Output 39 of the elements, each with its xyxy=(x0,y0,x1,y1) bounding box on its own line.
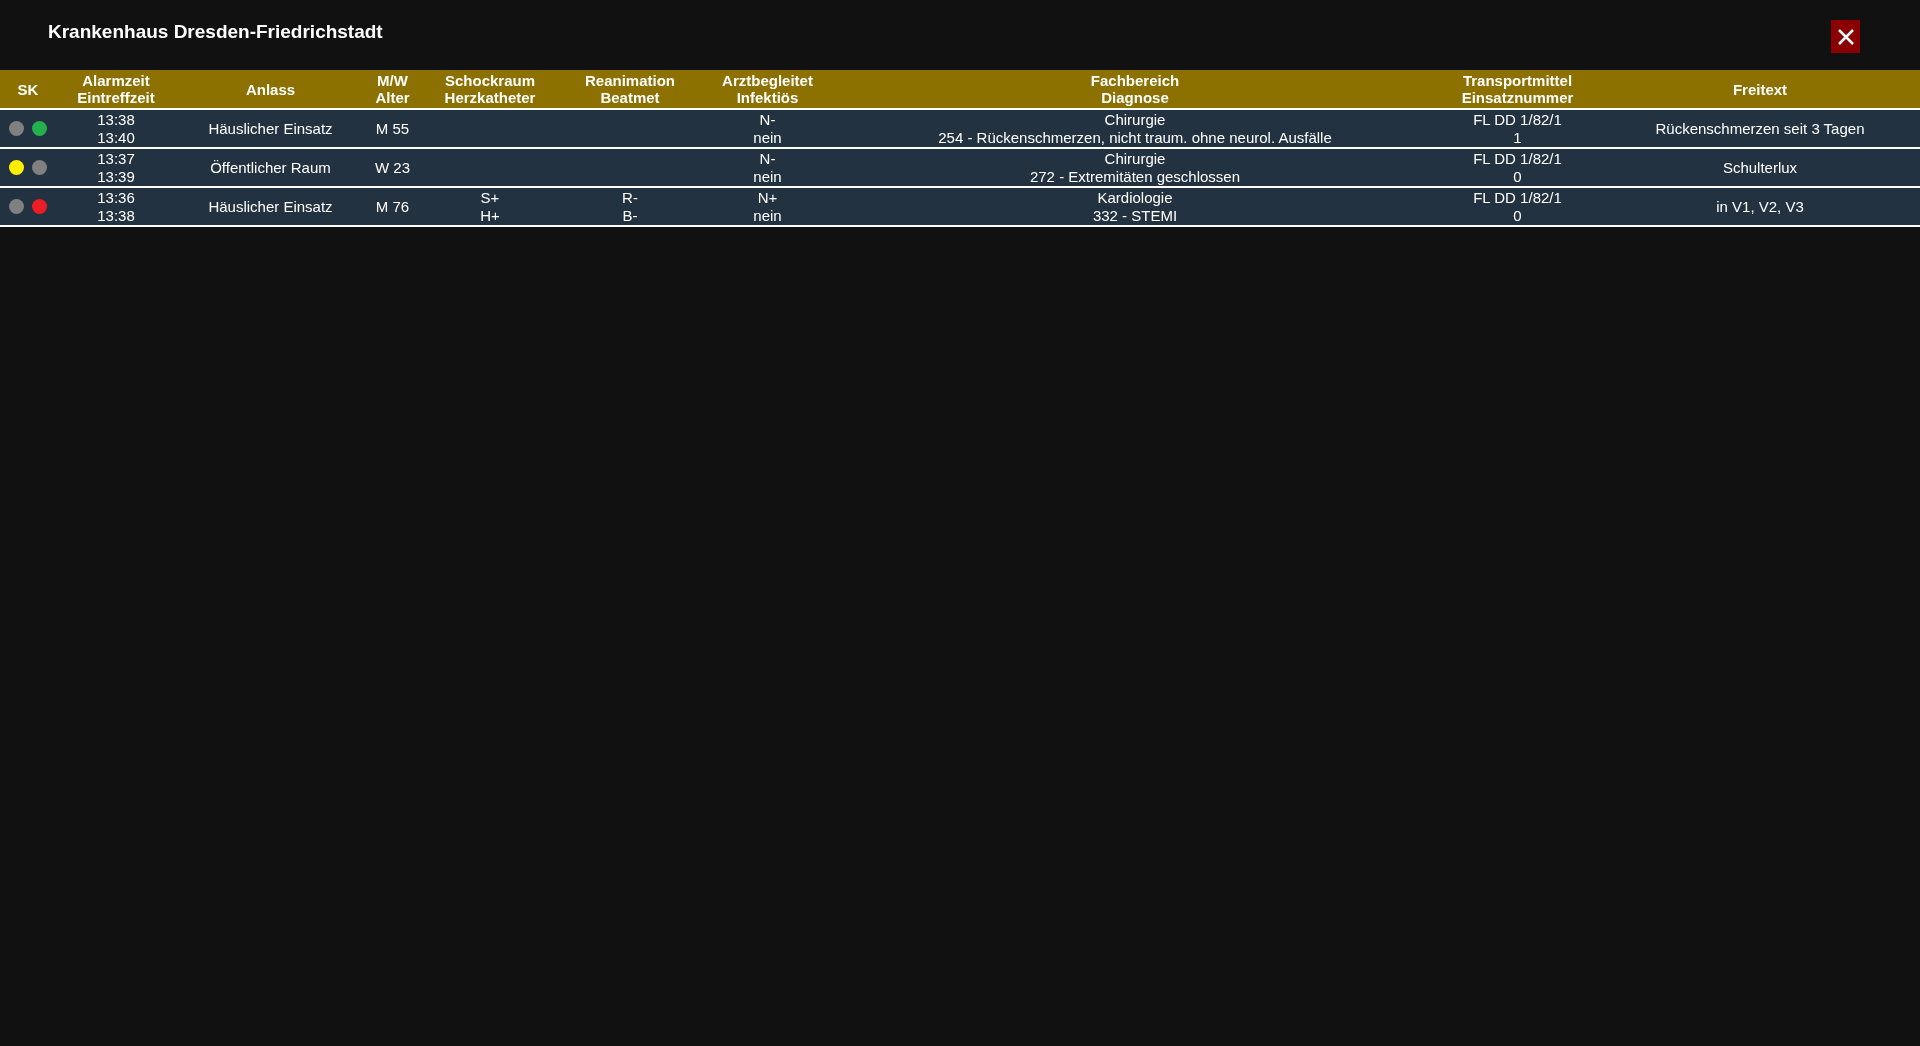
table-cell: Chirurgie 254 - Rückenschmerzen, nicht traum. ohne neurol. Ausfälle xyxy=(938,110,1332,147)
table-cell: M 76 xyxy=(375,197,410,216)
column-header: Anlass xyxy=(245,80,296,98)
table-cell: Öffentlicher Raum xyxy=(210,158,331,177)
table-cell: in V1, V2, V3 xyxy=(1716,197,1804,216)
table-cell: N- nein xyxy=(753,110,782,147)
column-header: Schockraum Herzkatheter xyxy=(444,72,536,106)
table-cell: Kardiologie 332 - STEMI xyxy=(1092,188,1178,225)
table-cell: Chirurgie 272 - Extremitäten geschlossen xyxy=(1029,149,1241,186)
table-cell: S+ H+ xyxy=(480,188,500,225)
table-cell: 13:36 13:38 xyxy=(97,188,135,225)
column-header: Alarmzeit Eintreffzeit xyxy=(77,72,155,106)
table-cell: 13:38 13:40 xyxy=(97,110,135,147)
table-cell: Häuslicher Einsatz xyxy=(208,119,333,138)
table-row[interactable]: 13:37 13:39 Öffentlicher Raum W 23 N- nein Chirurgie 272 - Extremitäten geschlossen FL DD 1/82/1 0 Schulterlux xyxy=(0,149,1920,188)
table-cell: Häuslicher Einsatz xyxy=(208,197,333,216)
window-title: Krankenhaus Dresden-Friedrichstadt xyxy=(48,20,383,44)
column-header: Arztbegleitet Infektiös xyxy=(722,72,813,106)
column-header: M/W Alter xyxy=(375,72,410,106)
table-cell: FL DD 1/82/1 1 xyxy=(1473,110,1562,147)
column-header: Freitext xyxy=(1732,80,1788,98)
table-cell: 13:37 13:39 xyxy=(97,149,135,186)
table-cell: Rückenschmerzen seit 3 Tagen xyxy=(1655,119,1865,138)
table-row[interactable]: 13:38 13:40 Häuslicher Einsatz M 55 N- nein Chirurgie 254 - Rückenschmerzen, nicht traum. ohne neurol. Ausfälle FL DD 1/82/1 1 Rückenschmerzen seit 3 Tagen xyxy=(0,110,1920,149)
close-icon xyxy=(1836,27,1855,46)
column-header: SK xyxy=(17,80,39,98)
close-button[interactable] xyxy=(1831,20,1860,53)
column-header: Fachbereich Diagnose xyxy=(1090,72,1180,106)
table-cell: FL DD 1/82/1 0 xyxy=(1473,188,1562,225)
table-cell: Schulterlux xyxy=(1722,158,1798,177)
table-cell: FL DD 1/82/1 0 xyxy=(1473,149,1562,186)
column-header: Transportmittel Einsatznummer xyxy=(1461,72,1574,106)
table-row[interactable]: 13:36 13:38 Häuslicher Einsatz M 76 S+ H+ R- B- N+ nein Kardiologie 332 - STEMI FL DD 1/82/1 0 in V1, V2, V3 xyxy=(0,188,1920,227)
table-cell: W 23 xyxy=(375,158,410,177)
column-header: Reanimation Beatmet xyxy=(585,72,675,106)
table-cell: N+ nein xyxy=(753,188,782,225)
table-cell: R- B- xyxy=(622,188,638,225)
table-cell: N- nein xyxy=(753,149,782,186)
table-cell: M 55 xyxy=(375,119,410,138)
